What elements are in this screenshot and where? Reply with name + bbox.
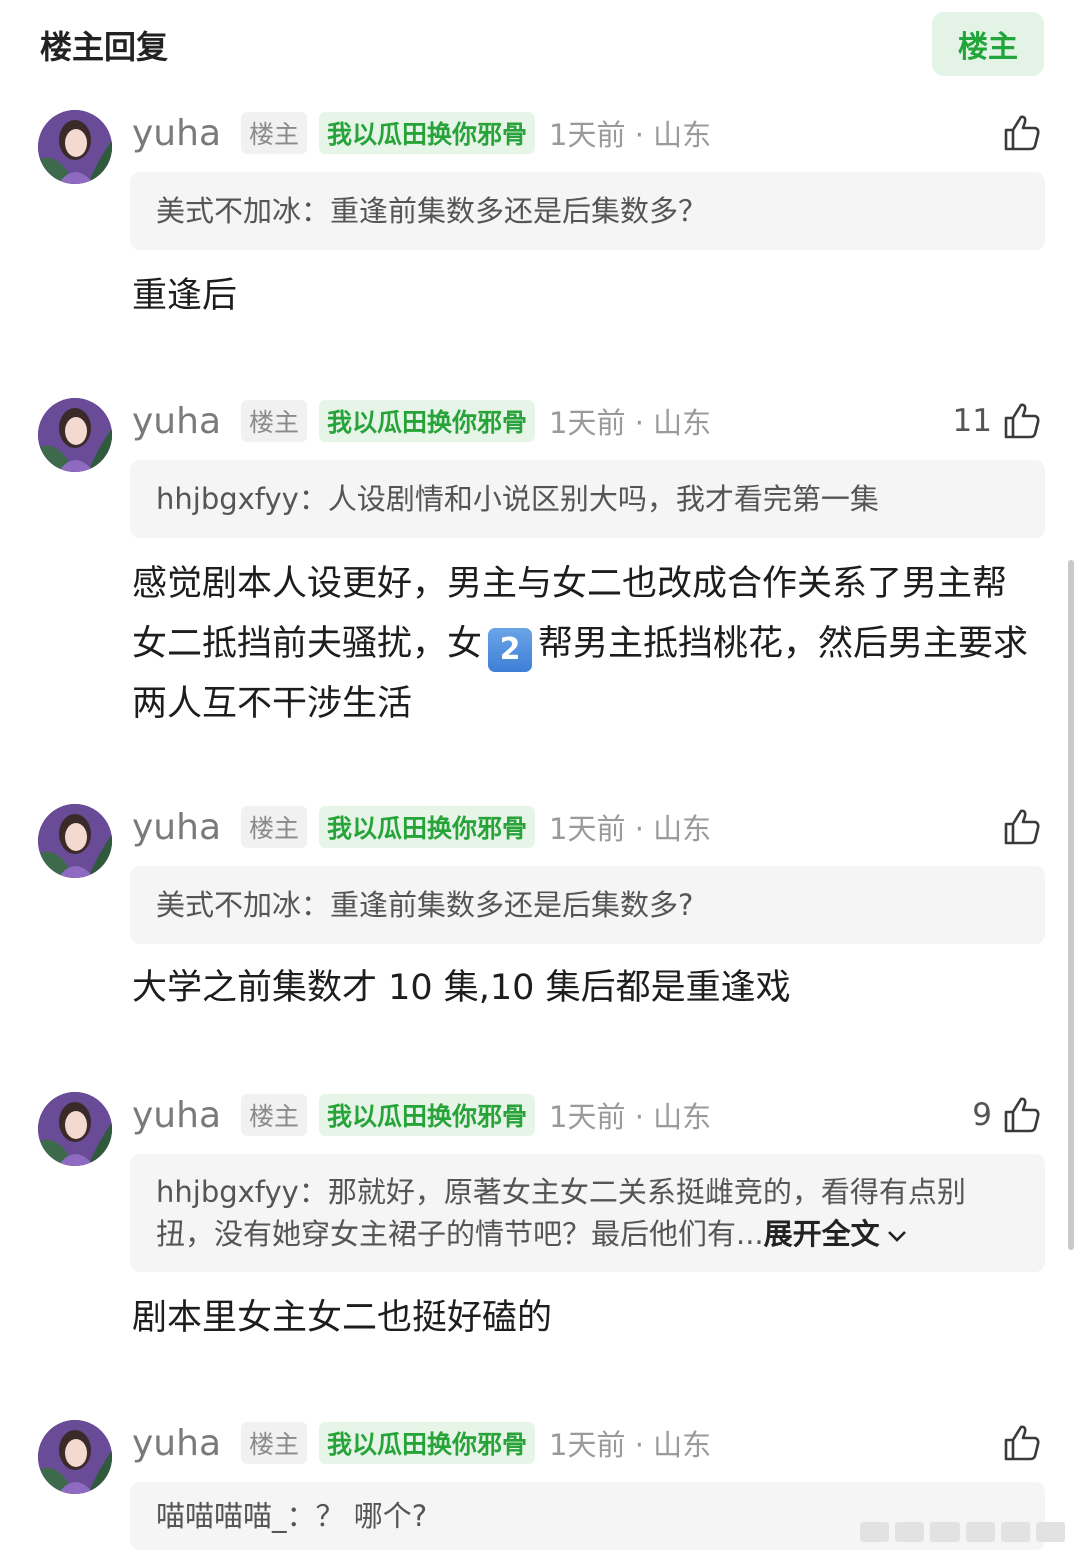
thumbs-up-icon [1002,1423,1042,1463]
user-avatar[interactable] [38,1420,112,1494]
comment-meta: yuha 楼主 我以瓜田换你邪骨 1天前 · 山东 [132,1090,711,1140]
chevron-down-icon [887,1231,906,1242]
comment-meta: yuha 楼主 我以瓜田换你邪骨 1天前 · 山东 [132,1418,711,1468]
scrollbar[interactable] [1068,560,1074,1250]
user-avatar[interactable] [38,804,112,878]
like-button[interactable]: 9 [972,1090,1042,1140]
op-badge: 楼主 [241,1094,308,1136]
quote-text: 重逢前集数多还是后集数多？ [330,194,708,228]
quoted-comment[interactable]: 美式不加冰：重逢前集数多还是后集数多? [130,866,1045,944]
thumbs-up-icon [1002,807,1042,847]
watermark [860,1522,1066,1542]
fan-badge[interactable]: 我以瓜田换你邪骨 [319,400,536,442]
op-only-filter-button[interactable]: 楼主 [932,12,1044,76]
op-badge: 楼主 [241,400,308,442]
comment-time-location: 1天前 · 山东 [549,406,712,440]
username[interactable]: yuha [132,401,221,442]
reply-text: 大学之前集数才 10 集,10 集后都是重逢戏 [132,968,791,1008]
user-avatar[interactable] [38,1092,112,1166]
quote-author: 喵喵喵喵_： [156,1499,316,1533]
page-title: 楼主回复 [40,28,169,66]
comment-meta: yuha 楼主 我以瓜田换你邪骨 1天前 · 山东 [132,396,711,446]
op-badge: 楼主 [241,1422,308,1464]
quote-author: hhjbgxfyy： [156,482,328,516]
username[interactable]: yuha [132,1095,221,1136]
quoted-comment[interactable]: hhjbgxfyy：那就好，原著女主女二关系挺雌竞的，看得有点别扭，没有她穿女主… [130,1154,1045,1272]
quote-text: 人设剧情和小说区别大吗，我才看完第一集 [327,482,879,516]
fan-badge[interactable]: 我以瓜田换你邪骨 [319,1422,536,1464]
like-count: 11 [952,403,992,439]
quote-text: ？ 哪个? [315,1499,428,1533]
quote-author: hhjbgxfyy： [156,1175,328,1209]
quote-text: 重逢前集数多还是后集数多? [330,888,694,922]
like-count: 9 [972,1097,992,1133]
quote-author: 美式不加冰： [156,194,331,228]
user-avatar[interactable] [38,110,112,184]
like-button[interactable] [992,108,1042,158]
like-button[interactable] [992,802,1042,852]
op-badge: 楼主 [241,806,308,848]
username[interactable]: yuha [132,1423,221,1464]
expand-full-text-link[interactable]: 展开全文 [764,1217,908,1251]
quote-author: 美式不加冰： [156,888,331,922]
username[interactable]: yuha [132,807,221,848]
fan-badge[interactable]: 我以瓜田换你邪骨 [319,112,536,154]
username[interactable]: yuha [132,113,221,154]
header: 楼主回复 楼主 [0,0,1080,92]
thumbs-up-icon [1002,113,1042,153]
fan-badge[interactable]: 我以瓜田换你邪骨 [319,1094,536,1136]
thumbs-up-icon [1002,1095,1042,1135]
reply-text: 剧本里女主女二也挺好磕的 [132,1298,553,1338]
comment-meta: yuha 楼主 我以瓜田换你邪骨 1天前 · 山东 [132,108,711,158]
comment-time-location: 1天前 · 山东 [549,118,712,152]
like-button[interactable]: 11 [953,396,1042,446]
reply-text: 感觉剧本人设更好，男主与女二也改成合作关系了男主帮女二抵挡前夫骚扰，女 2 帮男主抵… [132,554,1037,734]
expand-label: 展开全文 [763,1217,880,1251]
comment-time-location: 1天前 · 山东 [549,1428,712,1462]
keycap-number-emoji: 2 [488,628,533,672]
quoted-comment[interactable]: hhjbgxfyy：人设剧情和小说区别大吗，我才看完第一集 [130,460,1045,538]
op-badge: 楼主 [241,112,308,154]
thumbs-up-icon [1002,401,1042,441]
comment-time-location: 1天前 · 山东 [549,1100,712,1134]
quoted-comment[interactable]: 美式不加冰：重逢前集数多还是后集数多？ [130,172,1045,250]
comment-meta: yuha 楼主 我以瓜田换你邪骨 1天前 · 山东 [132,802,711,852]
reply-text: 重逢后 [132,276,238,316]
like-button[interactable] [992,1418,1042,1468]
comment-time-location: 1天前 · 山东 [549,812,712,846]
user-avatar[interactable] [38,398,112,472]
fan-badge[interactable]: 我以瓜田换你邪骨 [319,806,536,848]
